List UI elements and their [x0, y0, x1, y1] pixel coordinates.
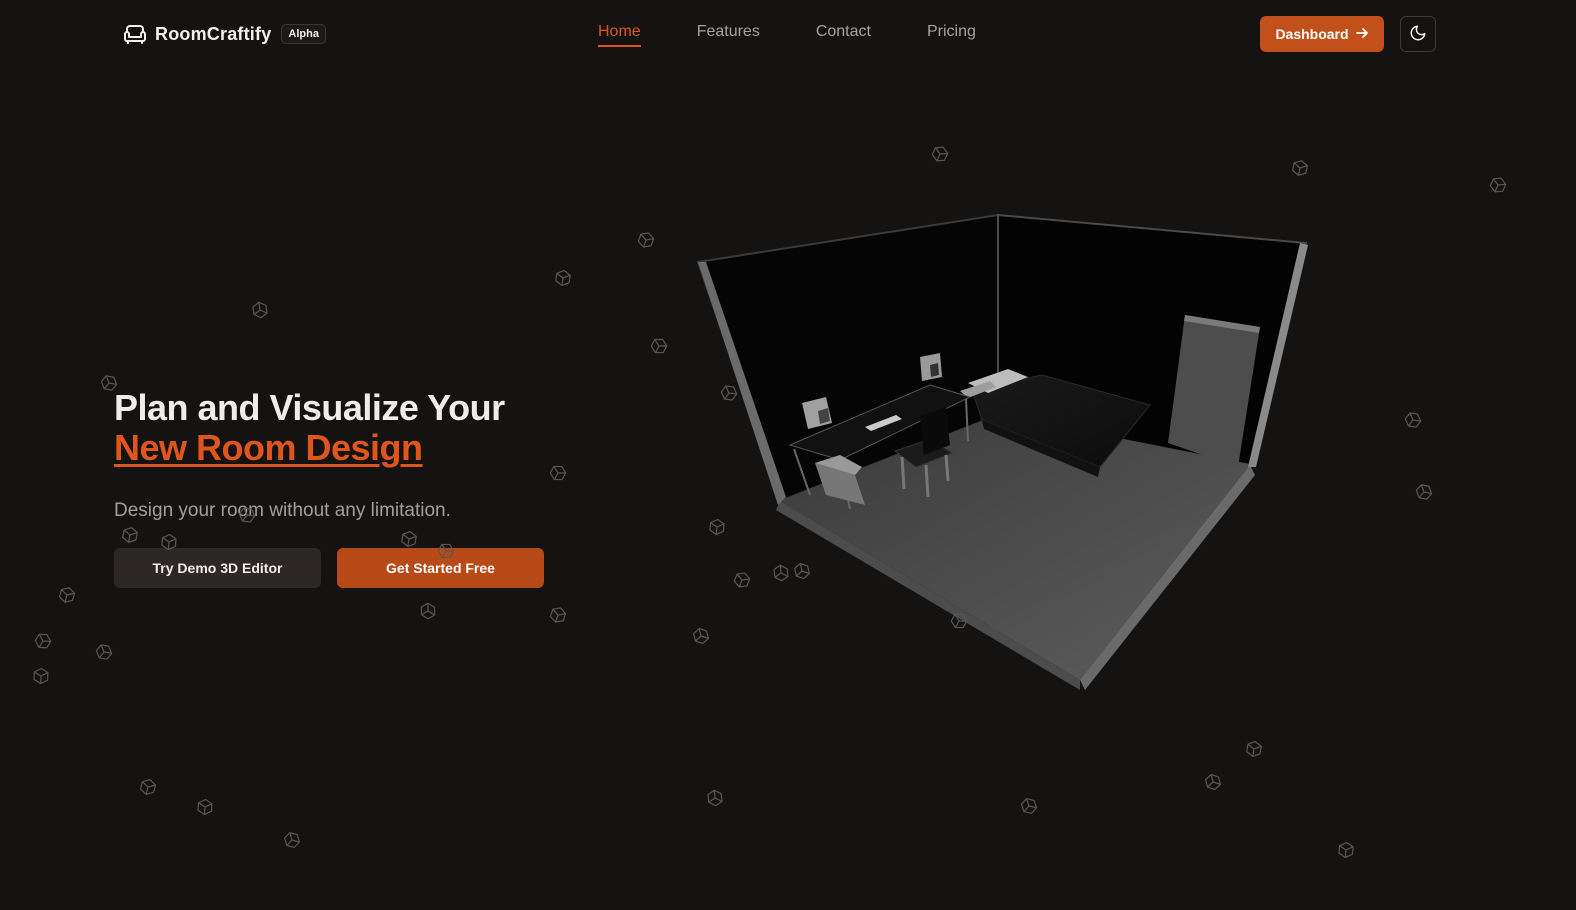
hero-title-line1: Plan and Visualize Your — [114, 387, 505, 428]
cube-icon — [1489, 176, 1507, 194]
cube-icon — [1020, 797, 1038, 815]
dashboard-button[interactable]: Dashboard — [1260, 16, 1384, 52]
moon-icon — [1409, 24, 1427, 45]
cube-icon — [32, 667, 50, 685]
hero-section: Plan and Visualize Your New Room Design … — [114, 388, 574, 588]
brand-logo[interactable]: RoomCraftify Alpha — [123, 20, 326, 48]
nav-link-contact[interactable]: Contact — [816, 23, 871, 47]
cube-icon — [139, 778, 157, 796]
cube-icon — [419, 602, 437, 620]
hero-title-accent: New Room Design — [114, 427, 423, 468]
cube-icon — [1404, 411, 1422, 429]
hero-actions: Try Demo 3D Editor Get Started Free — [114, 548, 574, 588]
theme-toggle-button[interactable] — [1400, 16, 1436, 52]
cube-icon — [251, 301, 269, 319]
sofa-icon — [123, 24, 147, 44]
cube-icon — [1291, 159, 1309, 177]
dashboard-button-label: Dashboard — [1275, 26, 1348, 42]
nav-link-home[interactable]: Home — [598, 23, 641, 47]
main-nav: Home Features Contact Pricing — [598, 23, 976, 47]
alpha-badge: Alpha — [281, 24, 326, 44]
cube-icon — [706, 789, 724, 807]
brand-name: RoomCraftify — [155, 24, 271, 45]
cube-icon — [1337, 841, 1355, 859]
nav-link-pricing[interactable]: Pricing — [927, 23, 976, 47]
cube-icon — [554, 269, 572, 287]
3d-room-preview[interactable] — [690, 205, 1320, 695]
cube-icon — [931, 145, 949, 163]
cube-icon — [549, 606, 567, 624]
cube-icon — [637, 231, 655, 249]
cube-icon — [1204, 773, 1222, 791]
arrow-right-icon — [1355, 26, 1369, 43]
get-started-button[interactable]: Get Started Free — [337, 548, 544, 588]
cube-icon — [196, 798, 214, 816]
cube-icon — [1245, 740, 1263, 758]
cube-icon — [650, 337, 668, 355]
navbar: RoomCraftify Alpha Home Features Contact… — [0, 0, 1576, 68]
cube-icon — [283, 831, 301, 849]
speaker-right-face — [930, 363, 939, 377]
cube-icon — [34, 632, 52, 650]
cube-icon — [1415, 483, 1433, 501]
try-demo-button[interactable]: Try Demo 3D Editor — [114, 548, 321, 588]
nav-link-features[interactable]: Features — [697, 23, 760, 47]
cube-icon — [95, 643, 113, 661]
hero-title: Plan and Visualize Your New Room Design — [114, 388, 574, 468]
hero-subtitle: Design your room without any limitation. — [114, 500, 574, 522]
cube-icon — [58, 586, 76, 604]
